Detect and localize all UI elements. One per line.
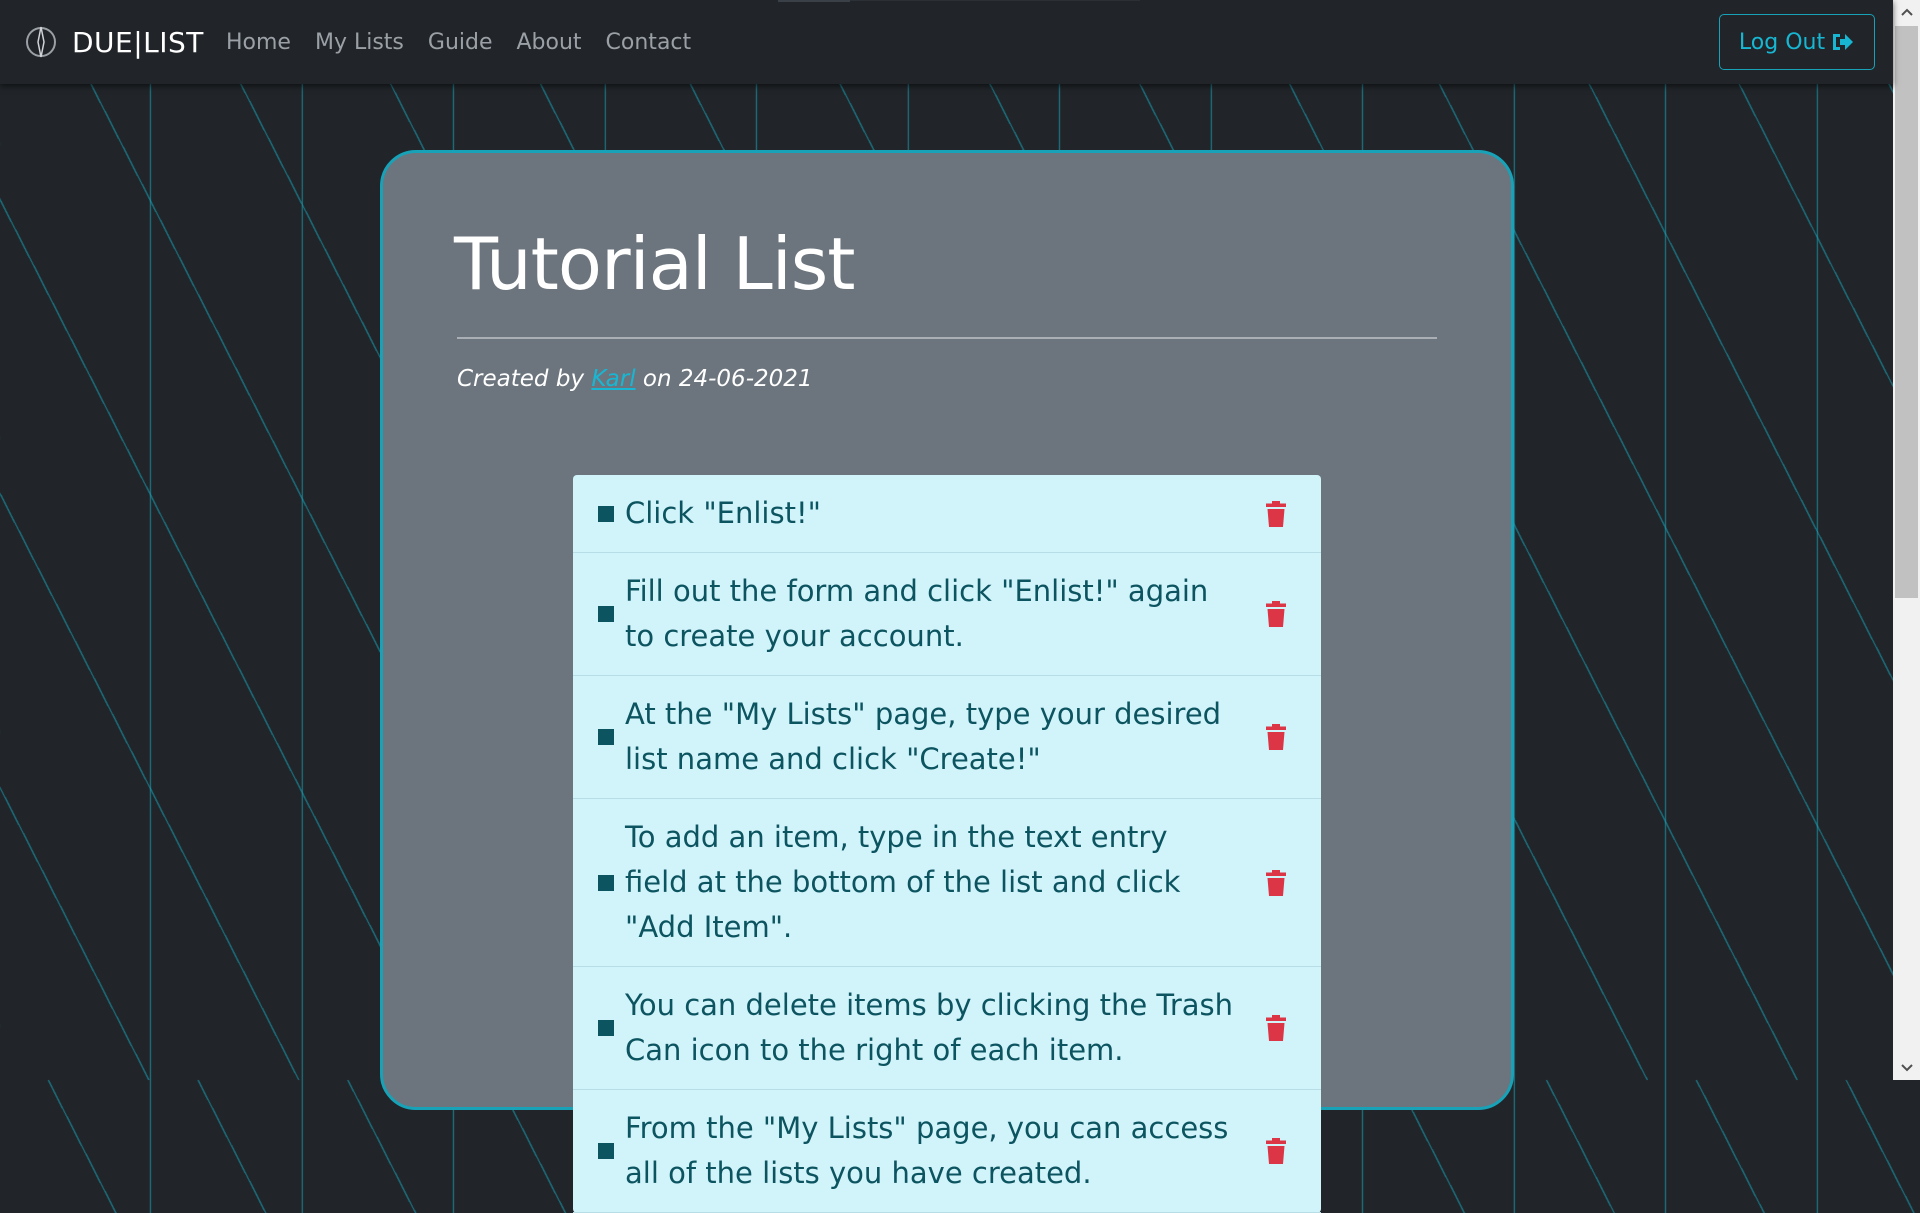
square-bullet-icon — [598, 1020, 614, 1036]
trash-can-icon[interactable] — [1265, 500, 1287, 528]
page-loading-bar — [778, 0, 850, 2]
nav-link-guide[interactable]: Guide — [428, 30, 493, 55]
sign-out-icon — [1833, 34, 1854, 50]
list-item: At the "My Lists" page, type your desire… — [573, 676, 1321, 799]
page-loading-track — [850, 0, 1140, 1]
trash-can-icon[interactable] — [1265, 723, 1287, 751]
trash-can-icon[interactable] — [1265, 600, 1287, 628]
title-divider — [457, 337, 1437, 339]
author-link[interactable]: Karl — [591, 366, 635, 392]
nav-link-about[interactable]: About — [517, 30, 582, 55]
created-mid: on — [642, 366, 672, 392]
list-title: Tutorial List — [454, 222, 855, 306]
page-scrollbar[interactable] — [1893, 0, 1920, 1080]
scrollbar-thumb[interactable] — [1895, 26, 1918, 598]
logout-label: Log Out — [1738, 29, 1826, 55]
square-bullet-icon — [598, 729, 614, 745]
todo-list: Click "Enlist!" Fill out the form and cl… — [573, 475, 1321, 1213]
list-item-text: To add an item, type in the text entry f… — [625, 820, 1181, 944]
list-item: Fill out the form and click "Enlist!" ag… — [573, 553, 1321, 676]
navbar: DUE|LIST Home My Lists Guide About Conta… — [0, 0, 1893, 84]
square-bullet-icon — [598, 1143, 614, 1159]
list-item-text: From the "My Lists" page, you can access… — [625, 1111, 1229, 1190]
compass-needle-icon — [26, 26, 56, 58]
logout-button[interactable]: Log Out — [1719, 14, 1875, 70]
brand-name: DUE|LIST — [72, 25, 204, 59]
list-item-text: You can delete items by clicking the Tra… — [625, 988, 1234, 1067]
nav-link-contact[interactable]: Contact — [606, 30, 692, 55]
list-item: Click "Enlist!" — [573, 475, 1321, 553]
nav-link-home[interactable]: Home — [226, 30, 291, 55]
brand-link[interactable]: DUE|LIST — [24, 22, 204, 62]
trash-can-icon[interactable] — [1265, 1137, 1287, 1165]
trash-can-icon[interactable] — [1265, 1014, 1287, 1042]
list-item: From the "My Lists" page, you can access… — [573, 1090, 1321, 1213]
square-bullet-icon — [598, 606, 614, 622]
list-item-text: At the "My Lists" page, type your desire… — [625, 697, 1222, 776]
square-bullet-icon — [598, 505, 614, 522]
list-item: To add an item, type in the text entry f… — [573, 799, 1321, 967]
nav-link-my-lists[interactable]: My Lists — [315, 30, 404, 55]
created-by-line: Created by Karl on 24-06-2021 — [457, 366, 813, 392]
trash-can-icon[interactable] — [1265, 869, 1287, 897]
scroll-up-arrow-icon[interactable] — [1893, 0, 1920, 24]
square-bullet-icon — [598, 874, 614, 891]
list-item-text: Click "Enlist!" — [625, 496, 821, 530]
list-item: You can delete items by clicking the Tra… — [573, 967, 1321, 1090]
created-date: 24-06-2021 — [678, 366, 813, 392]
nav-links: Home My Lists Guide About Contact — [226, 22, 715, 62]
scroll-down-arrow-icon[interactable] — [1893, 1056, 1920, 1080]
list-item-text: Fill out the form and click "Enlist!" ag… — [625, 574, 1209, 653]
created-prefix: Created by — [457, 366, 585, 392]
